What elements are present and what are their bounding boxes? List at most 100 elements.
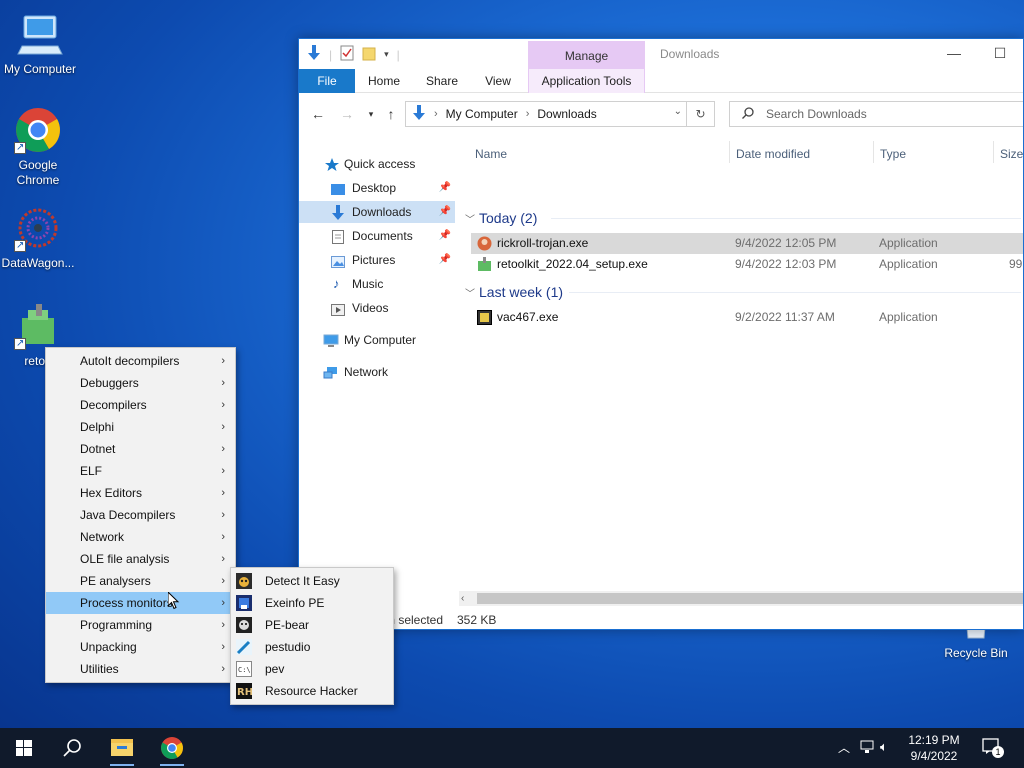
network-tray-icon[interactable]	[860, 740, 876, 757]
scrollbar-thumb[interactable]	[477, 593, 1023, 604]
nav-my-computer[interactable]: My Computer	[299, 329, 455, 351]
nav-desktop[interactable]: Desktop 📌	[299, 177, 455, 199]
group-header-last-week[interactable]: ﹀ Last week (1)	[465, 281, 563, 303]
submenu-arrow-icon: ›	[221, 619, 225, 631]
svg-text:C:\: C:\	[238, 666, 251, 674]
back-arrow-icon[interactable]: ←	[308, 105, 328, 125]
tab-application-tools[interactable]: Application Tools	[528, 69, 645, 93]
column-header-name[interactable]: Name	[475, 141, 507, 167]
exeinfo-icon	[236, 595, 252, 611]
refresh-icon[interactable]: ↻	[686, 102, 714, 126]
pin-icon[interactable]: 📌	[439, 177, 451, 199]
taskbar-chrome[interactable]	[148, 728, 196, 768]
group-header-today[interactable]: ﹀ Today (2)	[465, 207, 537, 229]
pin-icon[interactable]: 📌	[439, 249, 451, 271]
menu-item-process-monitors[interactable]: Process monitors ›	[46, 592, 235, 614]
pin-icon[interactable]: 📌	[439, 201, 451, 223]
menu-item-delphi[interactable]: Delphi ›	[46, 416, 235, 438]
menu-item-autoit-decompilers[interactable]: AutoIt decompilers ›	[46, 350, 235, 372]
new-folder-icon[interactable]	[362, 45, 376, 64]
recent-locations-icon[interactable]: ▾	[361, 105, 381, 125]
documents-folder-icon	[332, 229, 348, 244]
pev-icon: C:\	[236, 661, 252, 677]
navigation-bar: ← → ▾ ↑ › My Computer › Downloads ⌄ ↻ Se…	[299, 97, 1023, 131]
resource-hacker-icon: RH	[236, 683, 253, 699]
menu-item-exeinfo-pe[interactable]: Exeinfo PE	[231, 592, 393, 614]
menu-item-debuggers[interactable]: Debuggers ›	[46, 372, 235, 394]
column-header-type[interactable]: Type	[880, 141, 906, 167]
menu-item-decompilers[interactable]: Decompilers ›	[46, 394, 235, 416]
menu-item-pe-bear[interactable]: PE-bear	[231, 614, 393, 636]
pin-icon[interactable]: 📌	[439, 225, 451, 247]
nav-network[interactable]: Network	[299, 361, 455, 383]
file-row[interactable]: rickroll-trojan.exe 9/4/2022 12:05 PM Ap…	[471, 233, 1023, 254]
retoolkit-icon	[14, 302, 62, 351]
vac-app-icon	[477, 310, 492, 325]
pictures-folder-icon	[331, 253, 347, 268]
menu-item-network[interactable]: Network ›	[46, 526, 235, 548]
up-arrow-icon[interactable]: ↑	[381, 105, 401, 125]
menu-item-java-decompilers[interactable]: Java Decompilers ›	[46, 504, 235, 526]
menu-item-elf[interactable]: ELF ›	[46, 460, 235, 482]
column-divider[interactable]	[993, 141, 994, 163]
breadcrumb-my-computer[interactable]: My Computer	[446, 107, 518, 121]
file-row[interactable]: retoolkit_2022.04_setup.exe 9/4/2022 12:…	[471, 254, 1023, 275]
properties-icon[interactable]	[340, 45, 354, 64]
tab-share[interactable]: Share	[419, 69, 465, 93]
shortcut-arrow-icon	[14, 140, 26, 155]
column-header-size[interactable]: Size	[1000, 141, 1023, 167]
desktop-icon-chrome[interactable]: Google Chrome	[0, 106, 78, 188]
column-divider[interactable]	[729, 141, 730, 163]
menu-item-ole-file-analysis[interactable]: OLE file analysis ›	[46, 548, 235, 570]
maximize-icon[interactable]: ☐	[977, 39, 1023, 69]
menu-item-hex-editors[interactable]: Hex Editors ›	[46, 482, 235, 504]
minimize-icon[interactable]: —	[931, 39, 977, 69]
menu-item-unpacking[interactable]: Unpacking ›	[46, 636, 235, 658]
star-icon	[325, 157, 341, 171]
file-explorer-window: | ▾ | Manage Downloads — ☐ File Home Sha…	[298, 38, 1024, 630]
computer-icon	[323, 333, 339, 347]
clock[interactable]: 12:19 PM 9/4/2022	[902, 732, 966, 764]
breadcrumb-downloads[interactable]: Downloads	[537, 107, 596, 121]
menu-item-detect-it-easy[interactable]: Detect It Easy	[231, 570, 393, 592]
mouse-cursor-icon	[167, 590, 180, 610]
address-dropdown-icon[interactable]: ⌄	[674, 106, 682, 117]
column-divider[interactable]	[873, 141, 874, 163]
menu-item-dotnet[interactable]: Dotnet ›	[46, 438, 235, 460]
nav-music[interactable]: ♪ Music	[299, 273, 455, 295]
submenu-arrow-icon: ›	[221, 641, 225, 653]
taskbar-file-explorer[interactable]	[98, 728, 146, 768]
volume-icon[interactable]: 🔈︎	[880, 739, 888, 755]
tab-home[interactable]: Home	[361, 69, 407, 93]
forward-arrow-icon[interactable]: →	[337, 105, 357, 125]
chevron-up-icon[interactable]: ︿	[838, 739, 850, 756]
menu-item-pestudio[interactable]: pestudio	[231, 636, 393, 658]
submenu-arrow-icon: ›	[221, 355, 225, 367]
nav-downloads[interactable]: Downloads 📌	[299, 201, 455, 223]
nav-videos[interactable]: Videos	[299, 297, 455, 319]
tab-view[interactable]: View	[475, 69, 521, 93]
menu-item-programming[interactable]: Programming ›	[46, 614, 235, 636]
submenu-arrow-icon: ›	[221, 553, 225, 565]
search-box[interactable]: Search Downloads	[729, 101, 1023, 127]
nav-documents[interactable]: Documents 📌	[299, 225, 455, 247]
horizontal-scrollbar[interactable]: ‹	[459, 591, 1023, 606]
menu-item-resource-hacker[interactable]: RH Resource Hacker	[231, 680, 393, 702]
file-row[interactable]: vac467.exe 9/2/2022 11:37 AM Application	[471, 307, 1023, 328]
tab-file[interactable]: File	[299, 69, 355, 93]
desktop-icon-datawagon[interactable]: DataWagon...	[0, 204, 78, 271]
address-bar[interactable]: › My Computer › Downloads ⌄ ↻	[405, 101, 715, 127]
customize-toolbar-icon[interactable]: ▾	[384, 49, 389, 60]
download-arrow-icon[interactable]	[307, 45, 321, 64]
menu-item-pev[interactable]: C:\ pev	[231, 658, 393, 680]
column-header-date[interactable]: Date modified	[736, 141, 810, 167]
nav-quick-access[interactable]: Quick access	[299, 153, 455, 175]
start-button[interactable]	[0, 728, 48, 768]
desktop-icon-my-computer[interactable]: My Computer	[0, 10, 80, 77]
nav-pictures[interactable]: Pictures 📌	[299, 249, 455, 271]
taskbar-search-button[interactable]	[48, 728, 96, 768]
menu-item-utilities[interactable]: Utilities ›	[46, 658, 235, 680]
menu-item-pe-analysers[interactable]: PE analysers ›	[46, 570, 235, 592]
manage-tab[interactable]: Manage	[528, 41, 645, 69]
scroll-left-icon[interactable]: ‹	[461, 591, 464, 606]
